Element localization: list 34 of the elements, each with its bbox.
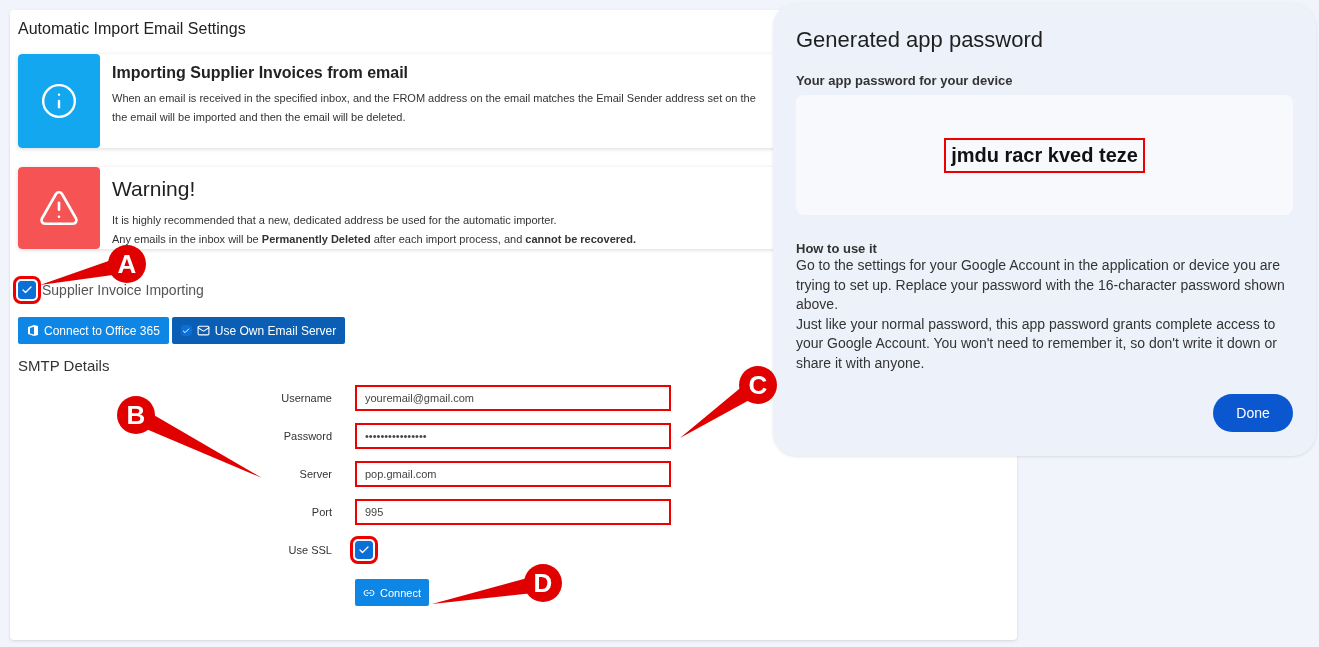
input-field[interactable]: youremail@gmail.com bbox=[355, 385, 671, 411]
input-field[interactable]: pop.gmail.com bbox=[355, 461, 671, 487]
field-label: Username bbox=[281, 392, 332, 404]
section-heading: SMTP Details bbox=[18, 357, 110, 376]
check-icon bbox=[358, 544, 370, 556]
instructions-heading: How to use it bbox=[796, 241, 878, 256]
notice-text: Any emails in the inbox will be Permanently Deleted after each import process, and cannot be recovered. bbox=[112, 233, 636, 245]
app-password: jmdu racr kved teze bbox=[944, 137, 1145, 173]
connect-button[interactable]: Connect bbox=[355, 579, 429, 606]
instructions-text: Go to the settings for your Google Account in the application or device you are trying to set up. Replace your password with the 16-character password shown above. bbox=[796, 256, 1286, 314]
info-icon bbox=[40, 82, 78, 120]
field-label: Password bbox=[283, 430, 332, 442]
instructions-text: Just like your normal password, this app password grants complete access to your Google Account. You won't need to remember it, so don't write it down or share it with anyone. bbox=[796, 314, 1278, 373]
notice-text: It is highly recommended that a new, dedicated address be used for the automatic importer. bbox=[112, 214, 558, 226]
input-field[interactable]: •••••••••••••••• bbox=[355, 423, 671, 449]
notice-heading: Importing Supplier Invoices from email bbox=[112, 64, 410, 82]
field-label: Port bbox=[311, 506, 332, 518]
dialog-subtitle: Your app password for your device bbox=[796, 73, 1014, 88]
office-icon bbox=[27, 324, 39, 337]
email-server-button[interactable]: Use Own Email Server bbox=[171, 317, 346, 344]
input-field[interactable]: 995 bbox=[355, 499, 671, 525]
notice-text: the email will be imported and then the email will be deleted. bbox=[112, 111, 407, 123]
mail-icon bbox=[196, 324, 210, 337]
checkbox-icon bbox=[180, 325, 192, 336]
checkbox-label: Supplier Invoice Importing bbox=[42, 282, 204, 298]
done-button[interactable]: Done bbox=[1213, 394, 1293, 432]
field-label: Server bbox=[299, 468, 332, 480]
check-icon bbox=[21, 284, 33, 296]
notice-text: When an email is received in the specified inbox, and the FROM address on the email matches the Email Sender address set on the bbox=[112, 92, 756, 104]
panel-title: Automatic Import Email Settings bbox=[18, 19, 246, 39]
field-label: Use SSL bbox=[288, 544, 332, 556]
dialog-title: Generated app password bbox=[796, 27, 1045, 53]
notice-heading: Warning! bbox=[112, 177, 197, 201]
office-button[interactable]: Connect to Office 365 bbox=[18, 317, 169, 344]
